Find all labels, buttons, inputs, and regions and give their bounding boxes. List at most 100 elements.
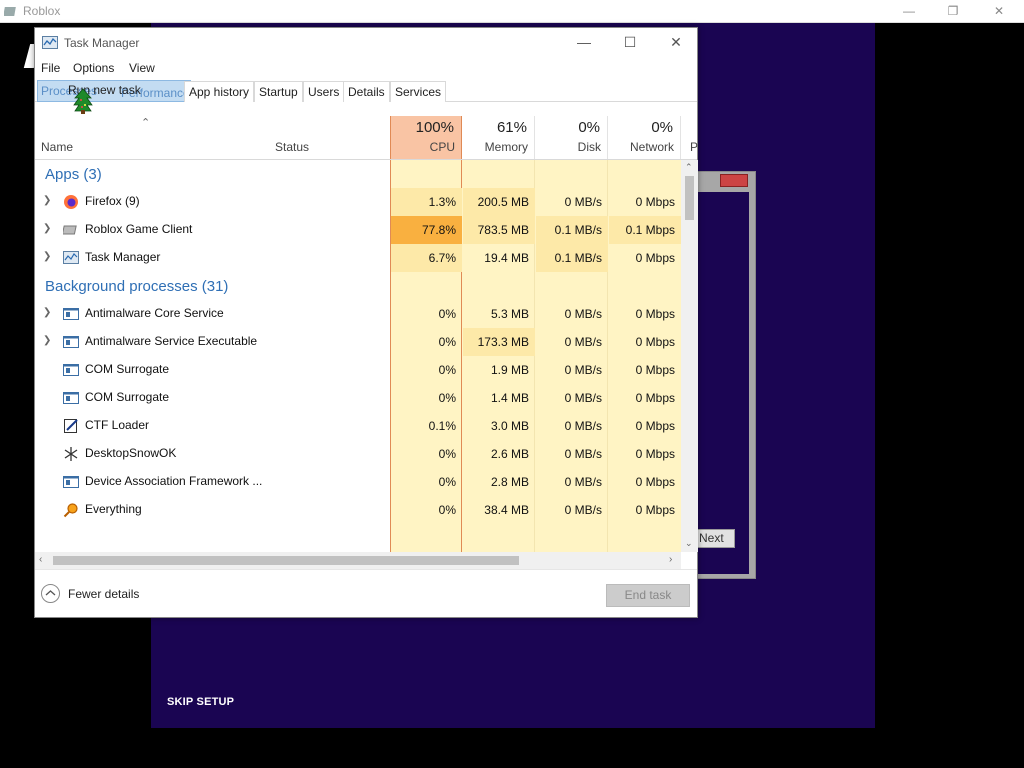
- disk-percent: 0%: [578, 119, 600, 136]
- cpu-cell: 0%: [438, 363, 456, 377]
- header-power[interactable]: P: [690, 140, 698, 154]
- minimize-button[interactable]: —: [886, 0, 932, 22]
- process-row[interactable]: DesktopSnowOK 0% 2.6 MB 0 MB/s 0 Mbps: [35, 440, 681, 468]
- chevron-right-icon[interactable]: ❯: [43, 223, 51, 234]
- tab-services[interactable]: Services: [390, 81, 447, 102]
- process-row[interactable]: ❯ Firefox (9) 1.3% 200.5 MB 0 MB/s 0 Mbps: [35, 188, 681, 216]
- background-dialog: [696, 171, 756, 579]
- tm-close-button[interactable]: ✕: [653, 28, 699, 57]
- tab-users[interactable]: Users: [303, 81, 345, 102]
- memory-cell: 1.4 MB: [490, 391, 529, 405]
- memory-label: Memory: [484, 140, 528, 154]
- menu-options[interactable]: Options: [73, 61, 114, 75]
- scroll-left-icon[interactable]: ‹: [39, 554, 42, 565]
- horizontal-scroll-thumb[interactable]: [53, 556, 519, 565]
- tm-maximize-button[interactable]: ☐: [607, 28, 653, 57]
- task-manager-titlebar: Task Manager — ☐ ✕: [35, 28, 697, 58]
- memory-percent: 61%: [496, 119, 527, 136]
- window-title: Roblox: [23, 4, 61, 18]
- memory-cell: 38.4 MB: [484, 503, 529, 517]
- skip-setup-button[interactable]: SKIP SETUP: [167, 696, 234, 708]
- network-label: Network: [629, 140, 674, 154]
- process-row[interactable]: ❯ Antimalware Core Service 0% 5.3 MB 0 MB/s 0…: [35, 300, 681, 328]
- chevron-right-icon[interactable]: ❯: [43, 195, 51, 206]
- disk-cell: 0 MB/s: [564, 363, 602, 377]
- service-icon: [63, 306, 79, 322]
- process-name: Everything: [85, 502, 142, 516]
- roblox-icon: [61, 222, 79, 238]
- service-icon: [63, 390, 79, 406]
- memory-cell: 5.3 MB: [490, 307, 529, 321]
- header-cpu[interactable]: 100% CPU: [390, 116, 462, 159]
- tm-minimize-button[interactable]: —: [561, 28, 607, 57]
- tab-strip: Processes Performance Run new task App h…: [35, 80, 697, 102]
- vertical-scrollbar[interactable]: ⌃ ⌄: [681, 160, 698, 552]
- roblox-titlebar: Roblox — ❐ ✕: [0, 0, 1024, 23]
- process-row[interactable]: ❯ Task Manager 6.7% 19.4 MB 0.1 MB/s 0 Mbps: [35, 244, 681, 272]
- process-row[interactable]: COM Surrogate 0% 1.4 MB 0 MB/s 0 Mbps: [35, 384, 681, 412]
- cpu-cell: 1.3%: [391, 188, 462, 216]
- process-row[interactable]: Everything 0% 38.4 MB 0 MB/s 0 Mbps: [35, 496, 681, 524]
- roblox-app-icon: [4, 7, 16, 16]
- process-name: Device Association Framework ...: [85, 474, 263, 488]
- vertical-scroll-thumb[interactable]: [685, 176, 694, 220]
- process-row[interactable]: CTF Loader 0.1% 3.0 MB 0 MB/s 0 Mbps: [35, 412, 681, 440]
- process-row[interactable]: ❯ Antimalware Service Executable 0% 173.3 M…: [35, 328, 681, 356]
- header-disk[interactable]: 0% Disk: [535, 116, 608, 159]
- chevron-up-circle-icon: [41, 584, 60, 603]
- disk-cell: 0 MB/s: [564, 475, 602, 489]
- header-network[interactable]: 0% Network: [608, 116, 681, 159]
- network-cell: 0 Mbps: [635, 475, 675, 489]
- cpu-cell: 0.1%: [428, 419, 456, 433]
- chevron-right-icon[interactable]: ❯: [43, 307, 51, 318]
- network-cell: 0.1 Mbps: [609, 216, 681, 244]
- disk-cell: 0 MB/s: [564, 335, 602, 349]
- next-button[interactable]: Next: [694, 529, 735, 548]
- horizontal-scrollbar[interactable]: ‹ ›: [35, 552, 681, 569]
- ctf-loader-icon: [63, 418, 79, 434]
- memory-cell: 19.4 MB: [484, 251, 529, 265]
- header-memory[interactable]: 61% Memory: [462, 116, 535, 159]
- scroll-right-icon[interactable]: ›: [669, 554, 672, 565]
- process-name: Roblox Game Client: [85, 222, 193, 236]
- process-name: Antimalware Service Executable: [85, 334, 258, 348]
- menu-file[interactable]: File: [41, 61, 60, 75]
- tab-startup[interactable]: Startup: [254, 81, 303, 102]
- scroll-up-icon[interactable]: ⌃: [685, 162, 693, 173]
- disk-cell: 0 MB/s: [564, 391, 602, 405]
- service-icon: [63, 362, 79, 378]
- cpu-label: CPU: [429, 140, 455, 154]
- memory-cell: 2.6 MB: [490, 447, 529, 461]
- process-name: COM Surrogate: [85, 362, 170, 376]
- group-label: Background processes (31): [45, 278, 229, 295]
- process-name: CTF Loader: [85, 418, 150, 432]
- dialog-close-button[interactable]: [720, 174, 748, 187]
- snowflake-icon: [63, 446, 79, 462]
- restore-button[interactable]: ❐: [930, 0, 976, 22]
- close-button[interactable]: ✕: [976, 0, 1022, 22]
- column-header-row: ⌃ Name Status 100% CPU 61% Memory 0% Dis…: [35, 116, 698, 160]
- process-row[interactable]: Device Association Framework ... 0% 2.8 MB…: [35, 468, 681, 496]
- menu-view[interactable]: View: [129, 61, 155, 75]
- task-manager-window: Task Manager — ☐ ✕ File Options View Pro…: [34, 27, 698, 618]
- sort-up-icon: ⌃: [141, 117, 151, 129]
- chevron-right-icon[interactable]: ❯: [43, 251, 51, 262]
- header-name[interactable]: Name: [41, 140, 73, 154]
- process-name: Task Manager: [85, 250, 161, 264]
- scroll-down-icon[interactable]: ⌄: [685, 538, 693, 549]
- tab-details[interactable]: Details: [343, 81, 390, 102]
- disk-label: Disk: [577, 140, 601, 154]
- dialog-content: [697, 192, 749, 574]
- cpu-cell: 77.8%: [391, 216, 462, 244]
- chevron-right-icon[interactable]: ❯: [43, 335, 51, 346]
- process-row[interactable]: ❯ Roblox Game Client 77.8% 783.5 MB 0.1 MB/s…: [35, 216, 681, 244]
- disk-cell: 0.1 MB/s: [536, 216, 608, 244]
- end-task-button[interactable]: End task: [606, 584, 690, 607]
- tab-app-history[interactable]: App history: [184, 81, 255, 102]
- header-status[interactable]: Status: [275, 140, 309, 154]
- process-row[interactable]: COM Surrogate 0% 1.9 MB 0 MB/s 0 Mbps: [35, 356, 681, 384]
- service-icon: [63, 474, 79, 490]
- network-cell: 0 Mbps: [635, 335, 675, 349]
- christmas-tree-cursor-icon: [73, 88, 93, 114]
- process-name: DesktopSnowOK: [85, 446, 177, 460]
